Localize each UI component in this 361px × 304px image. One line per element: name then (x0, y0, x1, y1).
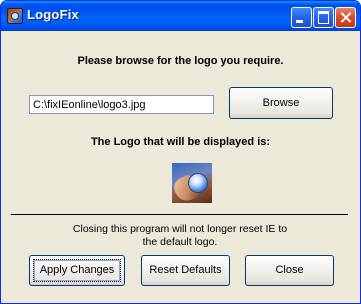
close-window-button[interactable] (335, 7, 356, 28)
logo-path-input[interactable] (29, 95, 214, 114)
maximize-icon (318, 11, 329, 24)
window-title: LogoFix (27, 7, 79, 22)
reset-defaults-button[interactable]: Reset Defaults (141, 255, 230, 286)
minimize-icon (296, 20, 303, 23)
close-icon (336, 8, 355, 27)
close-button[interactable]: Close (245, 255, 334, 286)
notice-line-1: Closing this program will not longer res… (72, 223, 288, 235)
focus-ring (33, 259, 121, 282)
notice-text: Closing this program will not longer res… (41, 223, 319, 249)
maximize-button[interactable] (313, 7, 334, 28)
logofix-app-icon[interactable] (7, 8, 23, 24)
logo-caption: The Logo that will be displayed is: (90, 136, 271, 148)
logo-globe-shape (189, 174, 207, 192)
divider (11, 214, 348, 215)
title-bar[interactable]: LogoFix (1, 1, 360, 31)
logo-preview-image (172, 163, 212, 203)
instruction-text: Please browse for the logo you require. (77, 55, 284, 67)
browse-button[interactable]: Browse (229, 87, 333, 119)
notice-line-2: the default logo. (142, 236, 218, 248)
apply-changes-button[interactable]: Apply Changes (29, 255, 125, 286)
logofix-window: LogoFix Please browse for the logo you r… (0, 0, 361, 304)
minimize-button[interactable] (291, 7, 312, 28)
